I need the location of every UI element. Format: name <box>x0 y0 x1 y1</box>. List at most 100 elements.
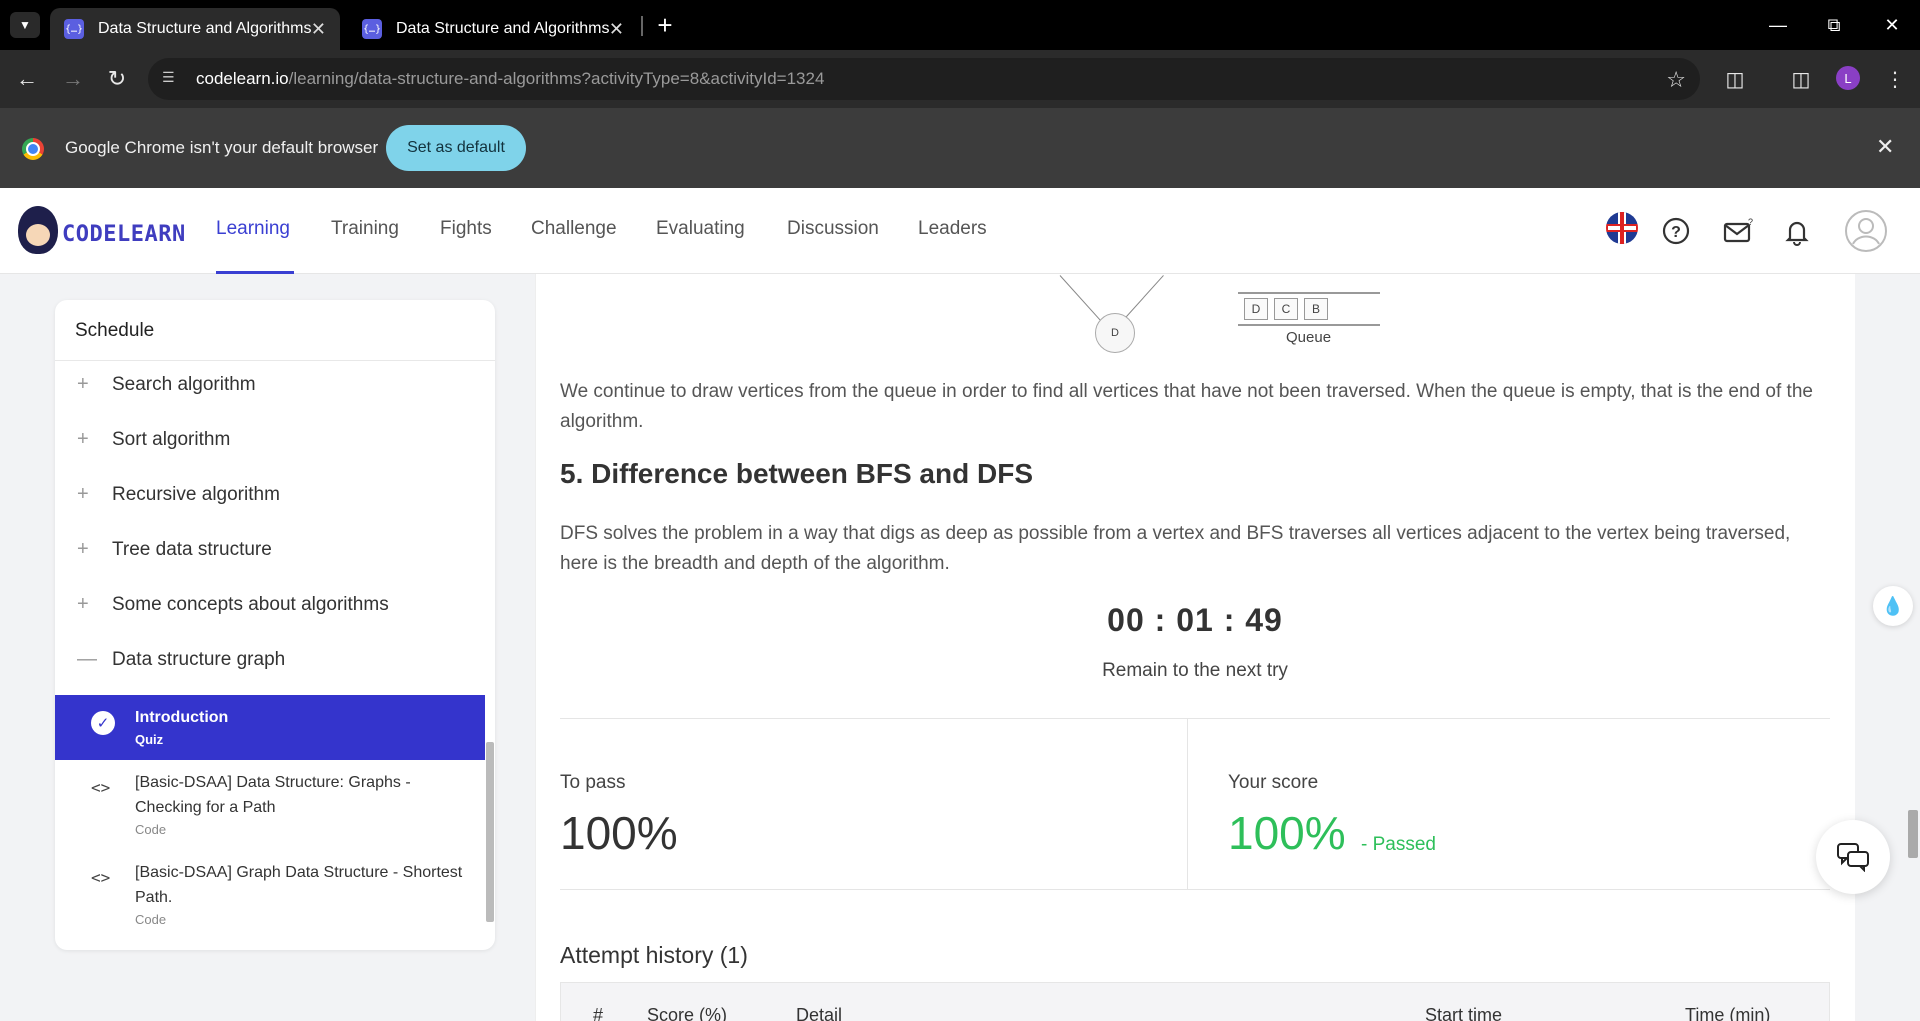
site-info-icon[interactable]: ☰ <box>162 69 182 89</box>
bell-icon[interactable] <box>1778 212 1816 250</box>
tab-search-button[interactable]: ▼ <box>10 12 40 38</box>
side-panel-icon[interactable]: ◫ <box>1786 64 1816 94</box>
expand-plus-icon: + <box>77 483 89 505</box>
close-tab-icon[interactable]: ✕ <box>609 19 624 40</box>
user-avatar-icon[interactable] <box>1844 209 1888 253</box>
code-icon: <> <box>91 778 111 797</box>
tab-inactive[interactable]: {…} Data Structure and Algorithms ✕ <box>348 8 638 50</box>
nav-leaders[interactable]: Leaders <box>918 218 987 240</box>
browser-toolbar: ← → ↻ ☰ codelearn.io/learning/data-struc… <box>0 50 1920 108</box>
close-window-icon[interactable]: ✕ <box>1872 10 1912 40</box>
section-data-structure-graph[interactable]: — Data structure graph <box>55 636 495 686</box>
lesson-item-checking-path[interactable]: <> [Basic-DSAA] Data Structure: Graphs -… <box>55 764 485 850</box>
url-path: /learning/data-structure-and-algorithms?… <box>288 69 825 88</box>
active-nav-indicator <box>216 271 294 274</box>
mail-icon[interactable]: ? <box>1719 212 1757 250</box>
codelearn-favicon-icon: {…} <box>64 19 84 39</box>
new-tab-icon[interactable]: + <box>650 10 680 40</box>
nav-discussion[interactable]: Discussion <box>787 218 879 240</box>
nav-challenge[interactable]: Challenge <box>531 218 617 240</box>
nav-learning[interactable]: Learning <box>216 218 290 240</box>
url-text[interactable]: codelearn.io/learning/data-structure-and… <box>196 69 824 89</box>
help-icon[interactable]: ? <box>1657 212 1695 250</box>
expand-plus-icon: + <box>77 538 89 560</box>
minimize-icon[interactable]: — <box>1758 10 1798 40</box>
section-label: Sort algorithm <box>112 429 231 450</box>
restore-icon[interactable]: ⧉ <box>1814 10 1854 40</box>
back-arrow-icon[interactable]: ← <box>12 64 42 94</box>
tab-separator <box>641 16 643 36</box>
to-pass-label: To pass <box>560 772 626 793</box>
result-status: - Passed <box>1361 834 1436 855</box>
column-header: Time (min) <box>1685 1005 1771 1021</box>
chat-button[interactable] <box>1816 820 1890 894</box>
expand-plus-icon: + <box>77 373 89 395</box>
queue-cell: B <box>1304 298 1328 320</box>
flag-cross-decoration <box>1620 212 1624 244</box>
nav-evaluating[interactable]: Evaluating <box>656 218 745 240</box>
page-scrollbar[interactable] <box>1908 810 1918 858</box>
column-header: # <box>593 1005 604 1021</box>
nav-fights[interactable]: Fights <box>440 218 492 240</box>
address-bar[interactable]: ☰ codelearn.io/learning/data-structure-a… <box>148 58 1700 100</box>
score-panel <box>560 718 1830 890</box>
your-score-label: Your score <box>1228 772 1319 793</box>
paragraph: DFS solves the problem in a way that dig… <box>560 523 1791 574</box>
queue-label: Queue <box>1286 329 1332 346</box>
extensions-puzzle-icon[interactable]: ◫ <box>1720 64 1750 94</box>
tab-strip: ▼ {…} Data Structure and Algorithms ✕ {…… <box>0 0 1920 50</box>
chrome-logo-icon <box>22 138 44 160</box>
attempt-history-title: Attempt history (1) <box>560 942 748 968</box>
section-label: Some concepts about algorithms <box>112 594 389 615</box>
default-browser-infobar: Google Chrome isn't your default browser… <box>0 108 1920 188</box>
sidebar-title: Schedule <box>75 320 155 341</box>
section-concepts-algorithms[interactable]: + Some concepts about algorithms <box>55 581 495 631</box>
svg-text:?: ? <box>1671 224 1681 241</box>
queue-cell: D <box>1244 298 1268 320</box>
your-score-value: 100% <box>1228 807 1346 859</box>
queue-cell: C <box>1274 298 1298 320</box>
close-tab-icon[interactable]: ✕ <box>311 19 326 40</box>
expand-plus-icon: + <box>77 593 89 615</box>
chat-icon <box>1837 843 1869 872</box>
close-icon[interactable]: ✕ <box>1876 134 1894 160</box>
url-host: codelearn.io <box>196 69 289 88</box>
codelearn-logo-icon[interactable] <box>18 206 58 254</box>
lesson-name: [Basic-DSAA] Graph Data Structure - Shor… <box>135 864 463 906</box>
svg-text:?: ? <box>1748 217 1753 227</box>
forward-arrow-icon[interactable]: → <box>58 64 88 94</box>
column-header: Start time <box>1425 1005 1503 1021</box>
tab-active[interactable]: {…} Data Structure and Algorithms ✕ <box>50 8 340 50</box>
attempt-table-header: # Score (%) Detail Start time Time (min) <box>560 982 1830 1021</box>
nav-training[interactable]: Training <box>331 218 399 240</box>
tab-title: Data Structure and Algorithms <box>98 20 312 37</box>
profile-avatar[interactable]: L <box>1836 66 1860 90</box>
check-circle-icon: ✓ <box>91 711 115 735</box>
code-icon: <> <box>91 868 111 887</box>
tab-title: Data Structure and Algorithms <box>396 20 610 37</box>
lesson-type: Code <box>135 912 167 927</box>
logo-text[interactable]: CODELEARN <box>62 222 186 247</box>
collapse-minus-icon: — <box>77 648 97 670</box>
section-label: Tree data structure <box>112 539 272 560</box>
paragraph: We continue to draw vertices from the qu… <box>560 381 1813 432</box>
sidebar-scrollbar[interactable] <box>486 742 494 922</box>
chrome-menu-icon[interactable]: ⋮ <box>1880 64 1910 94</box>
bookmark-star-icon[interactable]: ☆ <box>1666 67 1686 93</box>
lesson-item-introduction[interactable]: ✓ Introduction Quiz <box>55 695 485 760</box>
lesson-item-shortest-path[interactable]: <> [Basic-DSAA] Graph Data Structure - S… <box>55 854 485 940</box>
section-tree-data-structure[interactable]: + Tree data structure <box>55 526 495 576</box>
chevron-down-icon: ▼ <box>19 18 31 32</box>
section-recursive-algorithm[interactable]: + Recursive algorithm <box>55 471 495 521</box>
section-sort-algorithm[interactable]: + Sort algorithm <box>55 416 495 466</box>
schedule-sidebar: Schedule + Search algorithm + Sort algor… <box>55 300 495 950</box>
water-drop-icon[interactable]: 💧 <box>1873 586 1913 626</box>
reload-icon[interactable]: ↻ <box>102 64 132 94</box>
codelearn-favicon-icon: {…} <box>362 19 382 39</box>
timer-caption: Remain to the next try <box>1102 660 1288 681</box>
section-label: Search algorithm <box>112 374 256 395</box>
section-search-algorithm[interactable]: + Search algorithm <box>55 361 495 411</box>
lesson-type: Quiz <box>135 732 164 747</box>
section-label: Data structure graph <box>112 649 286 670</box>
set-as-default-button[interactable]: Set as default <box>386 125 526 171</box>
